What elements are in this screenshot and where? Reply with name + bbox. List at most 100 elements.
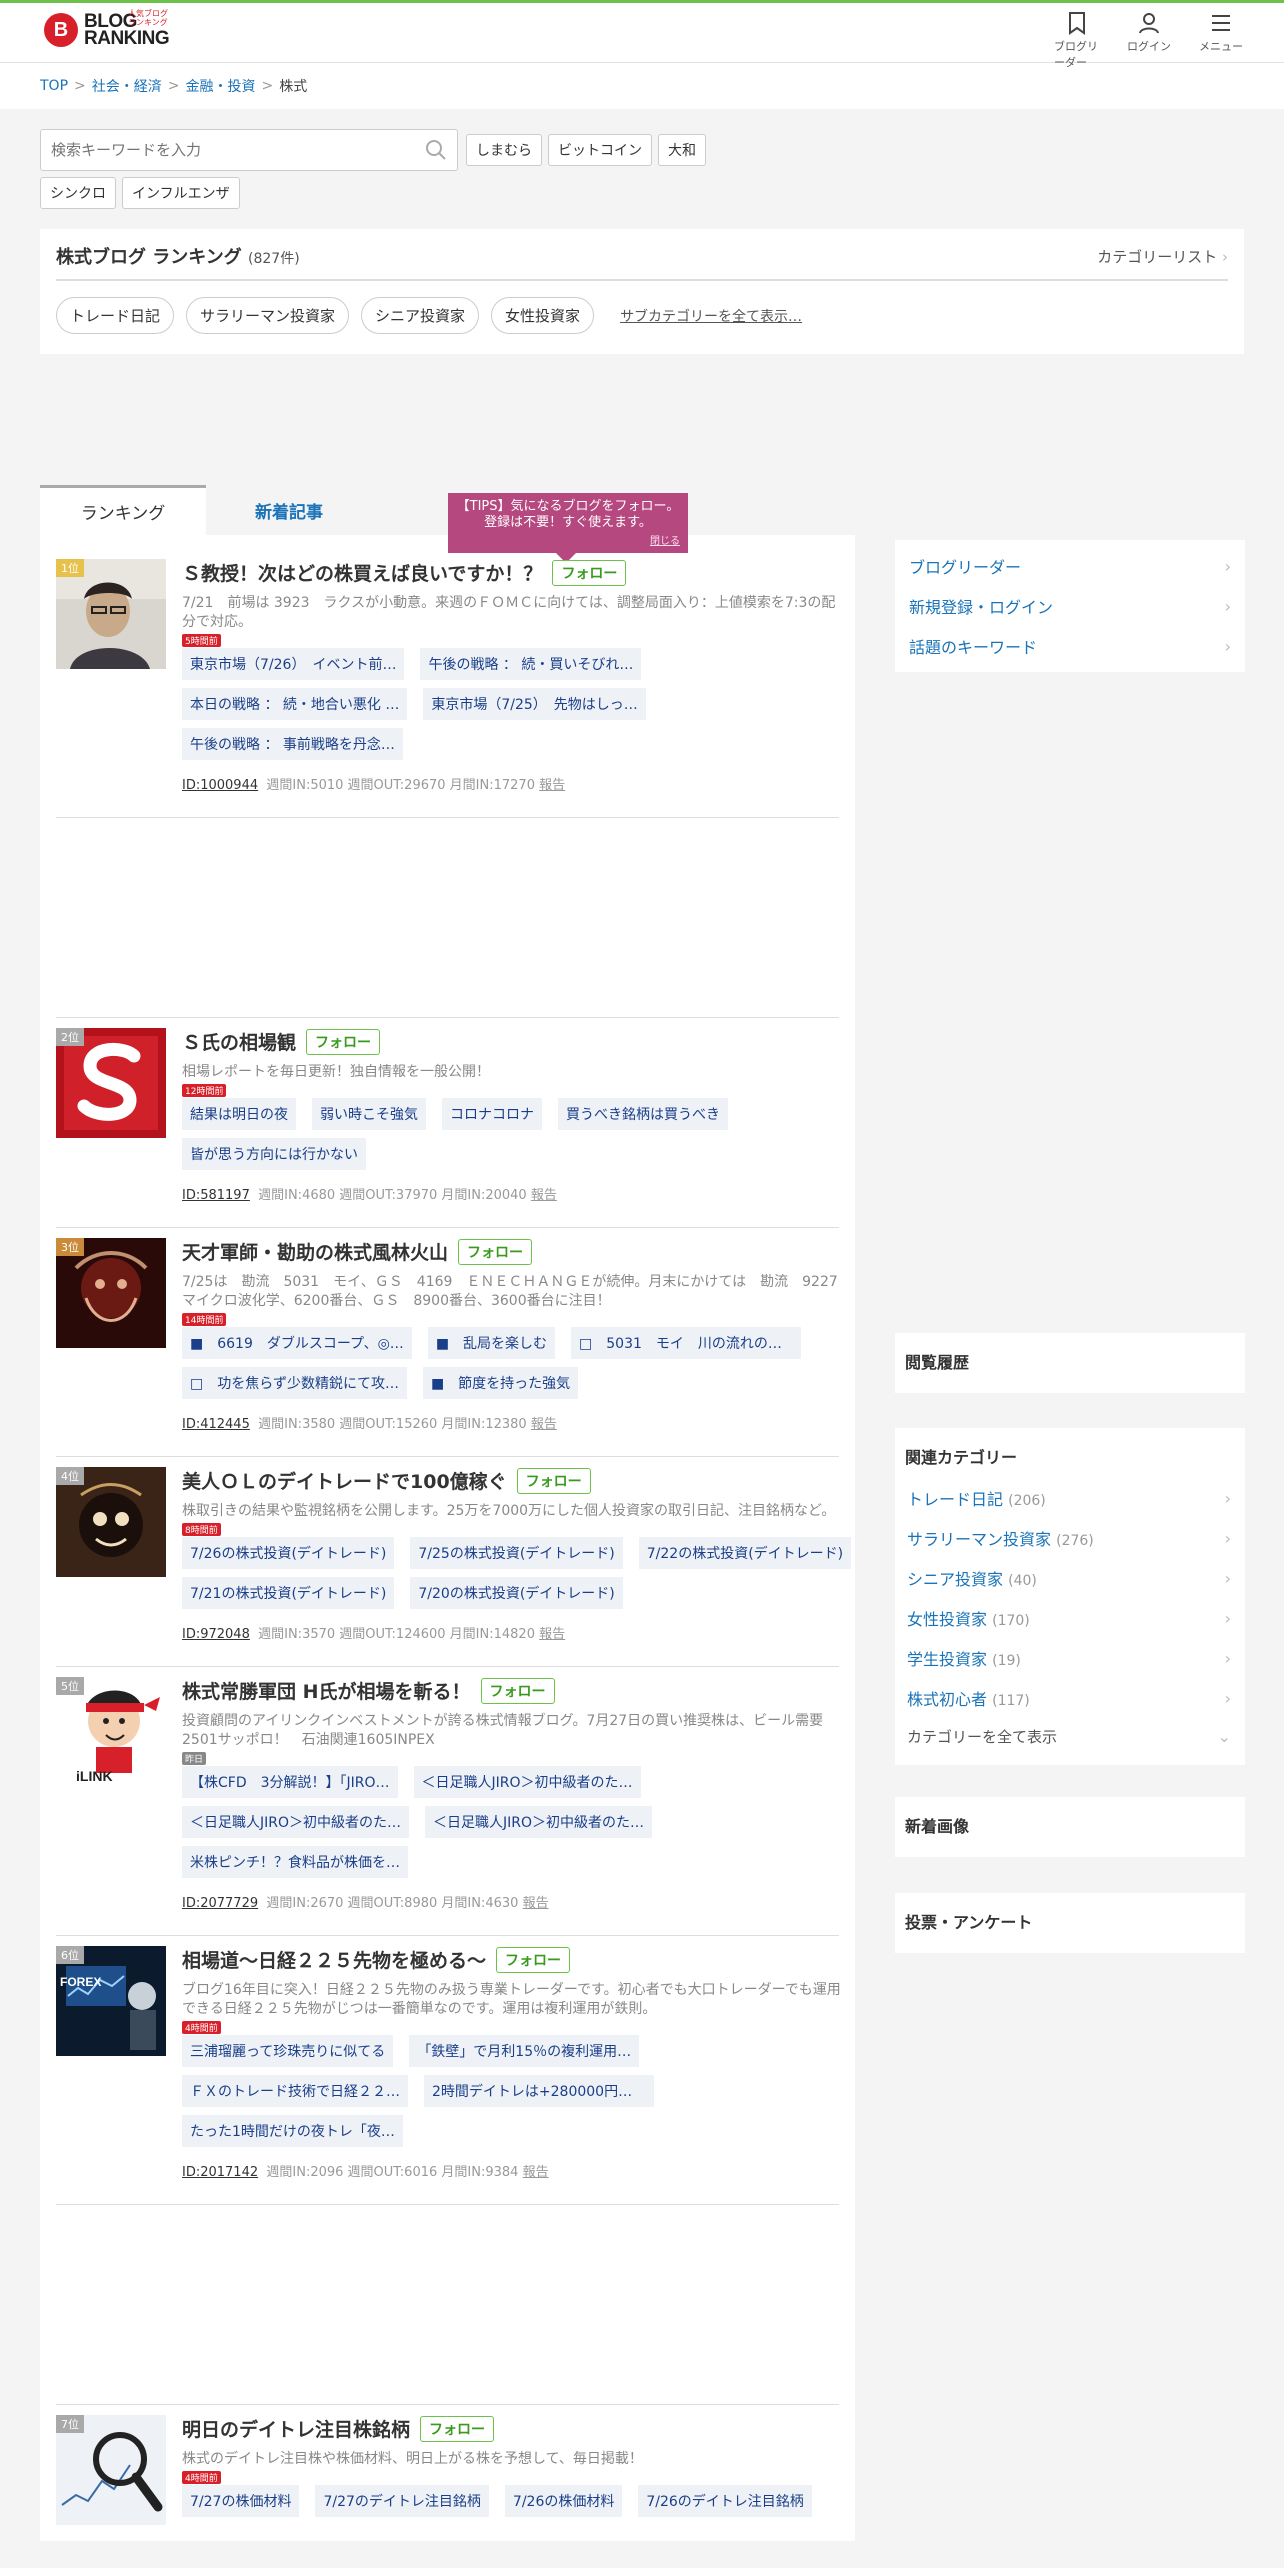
article-link[interactable]: 弱い時こそ強気 bbox=[312, 1098, 426, 1130]
keyword-chip[interactable]: ビットコイン bbox=[548, 134, 652, 166]
breadcrumb-society[interactable]: 社会・経済 bbox=[92, 76, 162, 96]
article-link[interactable]: 米株ピンチ！？食料品が株価を… bbox=[182, 1846, 408, 1878]
related-category-link[interactable]: 株式初心者 (117) › bbox=[905, 1678, 1233, 1718]
keyword-chip[interactable]: しまむら bbox=[466, 134, 542, 166]
blog-title-link[interactable]: 天才軍師・勘助の株式風林火山 bbox=[182, 1238, 448, 1265]
show-all-categories-toggle[interactable]: カテゴリーを全て表示 ⌄ bbox=[905, 1718, 1233, 1755]
tab-new-articles[interactable]: 新着記事 bbox=[206, 485, 372, 535]
follow-button[interactable]: フォロー bbox=[516, 1467, 591, 1494]
article-link[interactable]: 三浦瑠麗って珍珠売りに似てる bbox=[182, 2035, 394, 2067]
blog-thumbnail[interactable]: 6位 FOREX bbox=[56, 1946, 166, 2056]
article-link[interactable]: 東京市場（7/26） イベント前… bbox=[182, 648, 405, 680]
article-link[interactable]: 7/26の株式投資(デイトレード) bbox=[182, 1537, 395, 1569]
nav-login[interactable]: ログイン bbox=[1126, 11, 1172, 70]
article-link[interactable]: 7/26のデイトレ注目銘柄 bbox=[638, 2485, 812, 2517]
article-link[interactable]: 結果は明日の夜 bbox=[182, 1098, 296, 1130]
follow-button[interactable]: フォロー bbox=[306, 1028, 381, 1055]
blog-title-link[interactable]: 相場道〜日経２２５先物を極める〜 bbox=[182, 1946, 486, 1973]
related-category-link[interactable]: 女性投資家 (170) › bbox=[905, 1598, 1233, 1638]
blog-thumbnail[interactable]: 5位 iLINK bbox=[56, 1677, 166, 1787]
article-link[interactable]: 7/27の株価材料 bbox=[182, 2485, 300, 2517]
sidebar-link-blog-reader[interactable]: ブログリーダー › bbox=[907, 546, 1233, 586]
subcategory-pill[interactable]: 女性投資家 bbox=[491, 297, 595, 334]
article-link[interactable]: 7/21の株式投資(デイトレード) bbox=[182, 1577, 395, 1609]
article-link[interactable]: 本日の戦略 ： 続・地合い悪化 … bbox=[182, 688, 408, 720]
blog-thumbnail[interactable]: 1位 bbox=[56, 559, 166, 669]
blog-id-link[interactable]: ID:412445 bbox=[182, 1417, 250, 1432]
article-link[interactable]: 7/25の株式投資(デイトレード) bbox=[410, 1537, 623, 1569]
article-link[interactable]: ■ 6619 ダブルスコープ、◎… bbox=[182, 1327, 412, 1359]
article-link[interactable]: □ 5031 モイ 川の流れのよ… bbox=[571, 1327, 802, 1359]
blog-id-link[interactable]: ID:972048 bbox=[182, 1627, 250, 1642]
article-link[interactable]: ■ 節度を持った強気 bbox=[422, 1367, 579, 1399]
search-icon[interactable] bbox=[425, 139, 447, 161]
follow-button[interactable]: フォロー bbox=[480, 1677, 555, 1704]
rank-badge: 3位 bbox=[56, 1238, 84, 1256]
article-link[interactable]: ＜日足職人JIRO＞初中級者のた… bbox=[413, 1766, 641, 1798]
blog-title-link[interactable]: 明日のデイトレ注目株銘柄 bbox=[182, 2415, 410, 2442]
report-link[interactable]: 報告 bbox=[523, 2165, 549, 2180]
article-link[interactable]: □ 功を焦らず少数精鋭にて攻… bbox=[182, 1367, 407, 1399]
follow-button[interactable]: フォロー bbox=[496, 1946, 571, 1973]
show-all-subcategories-link[interactable]: サブカテゴリーを全て表示… bbox=[620, 306, 802, 326]
blog-thumbnail[interactable]: 4位 bbox=[56, 1467, 166, 1577]
article-link[interactable]: たった1時間だけの夜トレ「夜… bbox=[182, 2115, 403, 2147]
blog-thumbnail[interactable]: 7位 bbox=[56, 2415, 166, 2525]
blog-id-link[interactable]: ID:581197 bbox=[182, 1188, 250, 1203]
blog-title-link[interactable]: Ｓ教授！次はどの株買えば良いですか！？ bbox=[182, 559, 542, 586]
follow-button[interactable]: フォロー bbox=[458, 1238, 533, 1265]
report-link[interactable]: 報告 bbox=[531, 1188, 557, 1203]
related-category-link[interactable]: サラリーマン投資家 (276) › bbox=[905, 1518, 1233, 1558]
article-link[interactable]: 買うべき銘柄は買うべき bbox=[558, 1098, 728, 1130]
subcategory-pill[interactable]: シニア投資家 bbox=[361, 297, 480, 334]
article-link[interactable]: ■ 乱局を楽しむ bbox=[427, 1327, 556, 1359]
article-link[interactable]: 東京市場（7/25） 先物はしっ… bbox=[423, 688, 646, 720]
article-link[interactable]: 7/27のデイトレ注目銘柄 bbox=[315, 2485, 489, 2517]
nav-blog-reader[interactable]: ブログリーダー bbox=[1054, 11, 1100, 70]
blog-title-link[interactable]: 株式常勝軍団 H氏が相場を斬る！ bbox=[182, 1677, 471, 1704]
report-link[interactable]: 報告 bbox=[539, 1627, 565, 1642]
blog-thumbnail[interactable]: 3位 bbox=[56, 1238, 166, 1348]
follow-button[interactable]: フォロー bbox=[552, 559, 627, 586]
article-link[interactable]: 7/26の株価材料 bbox=[504, 2485, 623, 2517]
article-link[interactable]: ＦＸのトレード技術で日経２２… bbox=[182, 2075, 408, 2107]
report-link[interactable]: 報告 bbox=[523, 1896, 549, 1911]
nav-menu[interactable]: メニュー bbox=[1198, 11, 1244, 70]
subcategory-pill[interactable]: サラリーマン投資家 bbox=[186, 297, 350, 334]
article-link[interactable]: 「鉄壁」で月利15％の複利運用… bbox=[409, 2035, 640, 2067]
keyword-chip[interactable]: インフルエンザ bbox=[122, 177, 240, 209]
blog-id-link[interactable]: ID:2017142 bbox=[182, 2165, 258, 2180]
breadcrumb-top[interactable]: TOP bbox=[40, 78, 68, 94]
follow-button[interactable]: フォロー bbox=[420, 2415, 495, 2442]
subcategory-pill[interactable]: トレード日記 bbox=[56, 297, 175, 334]
report-link[interactable]: 報告 bbox=[539, 778, 565, 793]
category-list-link[interactable]: カテゴリーリスト › bbox=[1097, 246, 1228, 267]
blog-title-link[interactable]: 美人ＯＬのデイトレードで100億稼ぐ bbox=[182, 1467, 507, 1494]
keyword-chip[interactable]: 大和 bbox=[658, 134, 706, 166]
blog-id-link[interactable]: ID:1000944 bbox=[182, 778, 258, 793]
keyword-chip[interactable]: シンクロ bbox=[40, 177, 116, 209]
related-category-link[interactable]: トレード日記 (206) › bbox=[905, 1478, 1233, 1518]
article-link[interactable]: ＜日足職人JIRO＞初中級者のた… bbox=[182, 1806, 410, 1838]
related-category-link[interactable]: シニア投資家 (40) › bbox=[905, 1558, 1233, 1598]
tab-ranking[interactable]: ランキング bbox=[40, 485, 206, 535]
sidebar-link-trending-keywords[interactable]: 話題のキーワード › bbox=[907, 626, 1233, 666]
article-link[interactable]: 2時間デイトレは+280000円と-… bbox=[424, 2075, 654, 2107]
article-link[interactable]: コロナコロナ bbox=[442, 1098, 542, 1130]
article-link[interactable]: 皆が思う方向には行かない bbox=[182, 1138, 366, 1170]
blog-title-link[interactable]: Ｓ氏の相場観 bbox=[182, 1028, 296, 1055]
related-category-link[interactable]: 学生投資家 (19) › bbox=[905, 1638, 1233, 1678]
blog-thumbnail[interactable]: 2位 bbox=[56, 1028, 166, 1138]
article-link[interactable]: 7/22の株式投資(デイトレード) bbox=[638, 1537, 852, 1569]
tips-close-button[interactable]: 閉じる bbox=[650, 534, 680, 550]
article-link[interactable]: 午後の戦略 ： 事前戦略を丹念… bbox=[182, 728, 403, 760]
sidebar-link-register-login[interactable]: 新規登録・ログイン › bbox=[907, 586, 1233, 626]
search-input[interactable] bbox=[51, 141, 411, 159]
article-link[interactable]: ＜日足職人JIRO＞初中級者のた… bbox=[425, 1806, 653, 1838]
article-link[interactable]: 午後の戦略 ： 続・買いそびれ… bbox=[420, 648, 642, 680]
breadcrumb-finance[interactable]: 金融・投資 bbox=[185, 76, 255, 96]
report-link[interactable]: 報告 bbox=[531, 1417, 557, 1432]
blog-id-link[interactable]: ID:2077729 bbox=[182, 1896, 258, 1911]
article-link[interactable]: 7/20の株式投資(デイトレード) bbox=[410, 1577, 623, 1609]
article-link[interactable]: 【株CFD 3分解説！】「JIRO… bbox=[182, 1766, 398, 1798]
